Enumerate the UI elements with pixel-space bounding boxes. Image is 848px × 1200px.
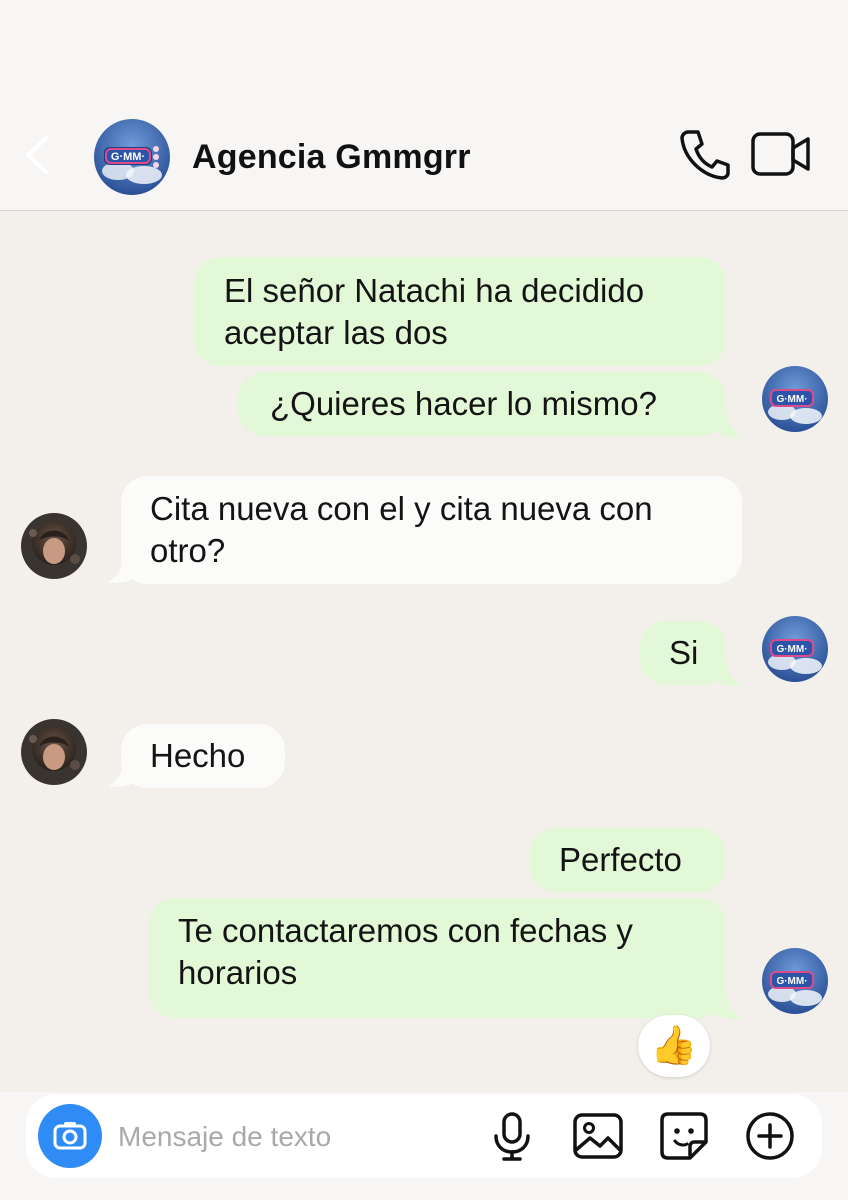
microphone-icon bbox=[494, 1112, 530, 1161]
message-bubble-received[interactable]: Hecho bbox=[121, 724, 285, 788]
bubble-tail-sent bbox=[712, 410, 742, 437]
call-button[interactable] bbox=[676, 126, 732, 182]
avatar-logo-text: G·MM· bbox=[776, 394, 807, 405]
chevron-left-icon bbox=[26, 136, 48, 174]
message-bubble-sent[interactable]: El señor Natachi ha decidido aceptar las… bbox=[194, 257, 726, 366]
user-avatar bbox=[21, 513, 87, 579]
sticker-button[interactable] bbox=[656, 1108, 712, 1164]
message-text-line: Cita nueva con el y cita nueva con bbox=[150, 490, 653, 527]
sticker-icon bbox=[660, 1112, 708, 1160]
user-avatar bbox=[21, 719, 87, 785]
thumbs-up-icon: 👍 bbox=[650, 1025, 698, 1067]
contact-avatar[interactable]: G·MM· bbox=[94, 119, 170, 195]
message-text-line: Perfecto bbox=[559, 841, 682, 878]
message-text-line: Hecho bbox=[150, 737, 246, 774]
plus-circle-icon bbox=[746, 1112, 794, 1160]
avatar-logo-text: G·MM· bbox=[111, 151, 145, 163]
microphone-button[interactable] bbox=[484, 1108, 540, 1164]
message-text-line: ¿Quieres hacer lo mismo? bbox=[270, 385, 657, 422]
video-camera-icon bbox=[751, 132, 810, 176]
phone-icon bbox=[680, 130, 730, 180]
gallery-button[interactable] bbox=[570, 1108, 626, 1164]
avatar-logo-text: G·MM· bbox=[776, 644, 807, 655]
message-text-line: horarios bbox=[178, 954, 298, 991]
message-text-line: aceptar las dos bbox=[224, 314, 448, 351]
message-text-line: El señor Natachi ha decidido bbox=[224, 272, 645, 309]
message-input[interactable] bbox=[116, 1112, 460, 1162]
message-bubble-sent[interactable]: ¿Quieres hacer lo mismo? bbox=[238, 372, 726, 436]
more-button[interactable] bbox=[742, 1108, 798, 1164]
chat-header: G·MM· Agencia Gmmgrr bbox=[0, 0, 848, 211]
contact-avatar-small: G·MM· bbox=[762, 616, 828, 682]
bubble-tail-sent bbox=[712, 659, 742, 686]
contact-name[interactable]: Agencia Gmmgrr bbox=[192, 138, 471, 177]
message-bubble-received[interactable]: Cita nueva con el y cita nueva con otro? bbox=[121, 476, 742, 584]
message-text-line: otro? bbox=[150, 532, 226, 569]
camera-button[interactable] bbox=[38, 1104, 102, 1168]
image-icon bbox=[573, 1113, 623, 1159]
back-button[interactable] bbox=[18, 130, 58, 180]
contact-avatar-small: G·MM· bbox=[762, 366, 828, 432]
message-text-line: Te contactaremos con fechas y bbox=[178, 912, 633, 949]
message-bubble-sent[interactable]: Te contactaremos con fechas y horarios bbox=[149, 898, 726, 1018]
reaction-badge[interactable]: 👍 bbox=[638, 1015, 710, 1077]
message-bubble-sent[interactable]: Perfecto bbox=[530, 828, 726, 892]
avatar-logo-text: G·MM· bbox=[776, 976, 807, 987]
camera-icon bbox=[38, 1104, 102, 1168]
contact-avatar-small: G·MM· bbox=[762, 948, 828, 1014]
bubble-tail-sent bbox=[712, 992, 742, 1019]
video-call-button[interactable] bbox=[750, 128, 812, 180]
